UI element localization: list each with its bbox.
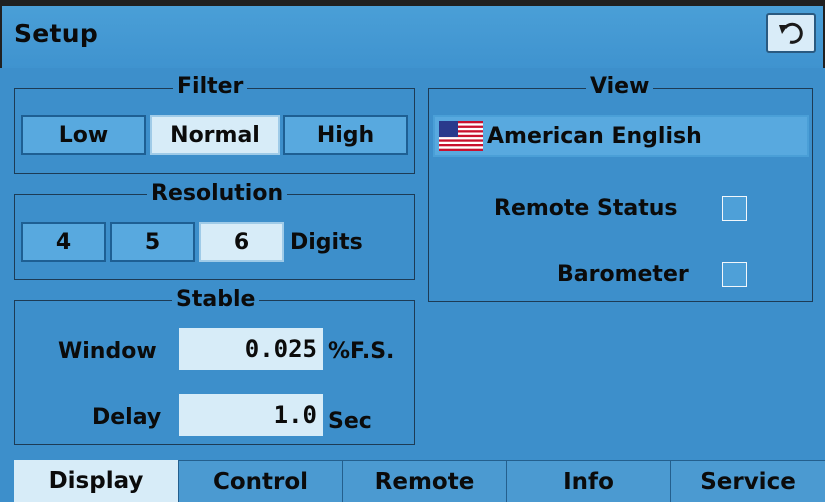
delay-input[interactable]: 1.0: [179, 394, 323, 436]
filter-normal-button[interactable]: Normal: [150, 115, 280, 155]
tab-display[interactable]: Display: [14, 460, 178, 502]
page-title: Setup: [14, 19, 99, 48]
remote-status-label: Remote Status: [494, 196, 678, 221]
barometer-label: Barometer: [557, 262, 689, 287]
filter-high-button[interactable]: High: [283, 115, 408, 155]
window-label: Window: [58, 339, 157, 364]
delay-unit-label: Sec: [328, 409, 372, 434]
tab-remote[interactable]: Remote: [342, 460, 506, 502]
language-select[interactable]: American English: [433, 115, 809, 157]
language-label: American English: [487, 123, 702, 149]
refresh-back-icon: [779, 22, 803, 44]
tab-control[interactable]: Control: [178, 460, 342, 502]
tab-info[interactable]: Info: [506, 460, 670, 502]
filter-low-button[interactable]: Low: [21, 115, 146, 155]
window-input[interactable]: 0.025: [179, 328, 323, 370]
filter-legend: Filter: [173, 75, 248, 99]
resolution-6-button[interactable]: 6: [199, 222, 284, 262]
remote-status-checkbox[interactable]: [722, 196, 747, 221]
resolution-unit-label: Digits: [290, 230, 363, 255]
resolution-legend: Resolution: [147, 182, 288, 206]
title-bar: [0, 0, 825, 68]
resolution-5-button[interactable]: 5: [110, 222, 195, 262]
window-unit-label: %F.S.: [328, 339, 395, 364]
resolution-4-button[interactable]: 4: [21, 222, 106, 262]
us-flag-icon: [439, 121, 483, 151]
stable-legend: Stable: [172, 288, 260, 312]
back-button[interactable]: [766, 13, 816, 53]
barometer-checkbox[interactable]: [722, 262, 747, 287]
tab-service[interactable]: Service: [670, 460, 825, 502]
view-legend: View: [586, 75, 654, 99]
delay-label: Delay: [92, 405, 162, 430]
